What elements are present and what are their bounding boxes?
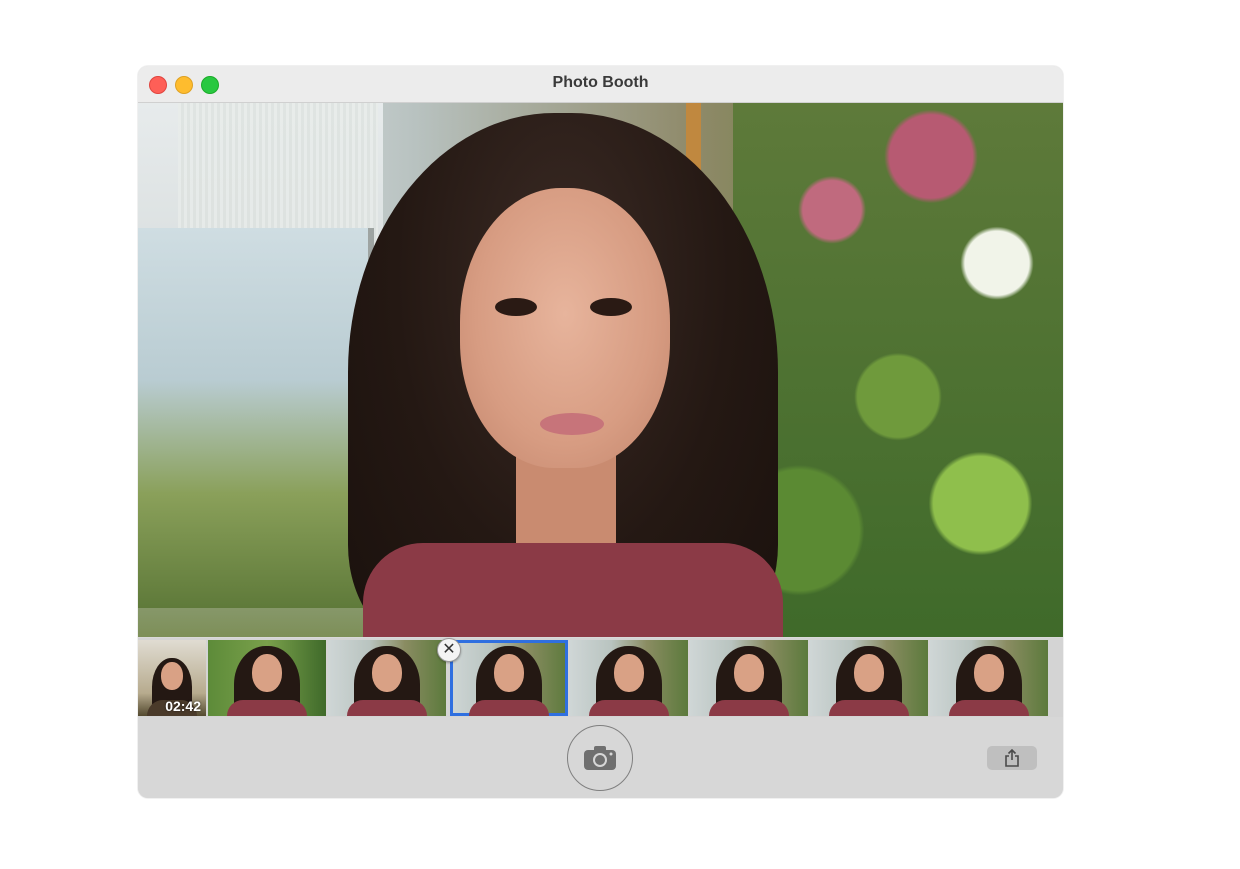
thumbnail-photo[interactable] <box>690 640 808 716</box>
background-plants <box>733 103 1063 637</box>
thumbnail-photo[interactable] <box>930 640 1048 716</box>
subject-shirt <box>363 543 783 637</box>
thumbnail-photo[interactable] <box>570 640 688 716</box>
thumbnail-strip[interactable]: 02:42 <box>138 638 1063 717</box>
take-photo-button[interactable] <box>567 725 633 791</box>
thumbnail-photo-selected[interactable] <box>450 640 568 716</box>
subject-eye-left <box>495 298 537 316</box>
background-pane <box>138 228 374 608</box>
share-button[interactable] <box>987 746 1037 770</box>
thumbnail-photo[interactable] <box>810 640 928 716</box>
photo-booth-window: Photo Booth 02:42 ✕ <box>138 66 1063 798</box>
subject-lips <box>540 413 604 435</box>
window-title: Photo Booth <box>552 74 649 91</box>
share-icon <box>1005 749 1019 767</box>
thumbnail-photo[interactable] <box>208 640 326 716</box>
thumbnail-photo[interactable] <box>328 640 446 716</box>
delete-thumbnail-button[interactable]: ✕ <box>437 638 461 662</box>
title-bar[interactable]: Photo Booth <box>138 66 1063 103</box>
bottom-toolbar <box>138 717 1063 798</box>
thumbnail-video[interactable]: 02:42 <box>138 640 206 716</box>
camera-icon <box>584 746 616 770</box>
video-duration: 02:42 <box>165 698 201 714</box>
camera-preview <box>138 103 1063 637</box>
subject-eye-right <box>590 298 632 316</box>
